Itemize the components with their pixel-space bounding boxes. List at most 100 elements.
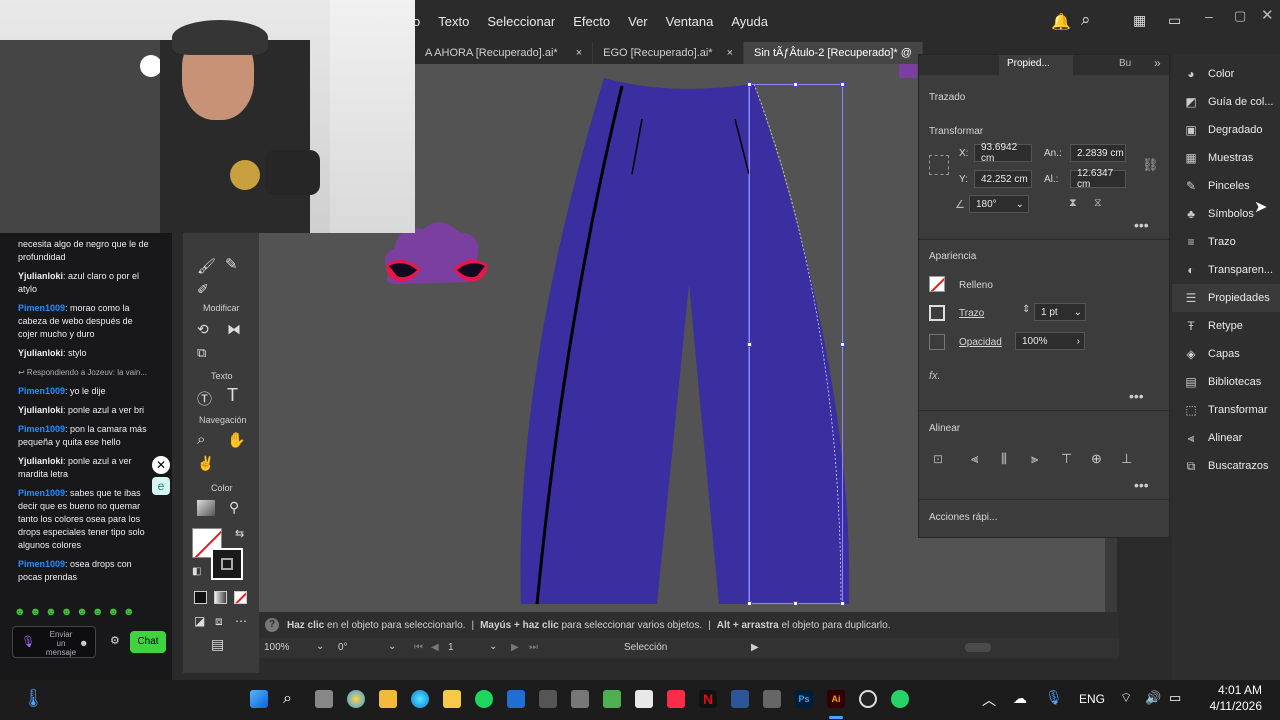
gradient-tool-icon[interactable] <box>197 500 215 516</box>
edit-toolbar-icon[interactable]: ⋯ <box>235 614 247 628</box>
dock-item-propiedades[interactable]: ☰ Propiedades <box>1172 284 1280 312</box>
align-to-icon[interactable]: ⊡ <box>933 452 943 466</box>
chat-username[interactable]: Pimen1009 <box>18 386 65 396</box>
thermometer-widget-icon[interactable]: 🌡 <box>22 688 45 709</box>
gradient-mode-icon[interactable] <box>214 591 227 604</box>
dock-item-trazo[interactable]: ≡ Trazo <box>1172 228 1280 256</box>
opacity-icon[interactable] <box>929 334 945 350</box>
app-icon[interactable] <box>539 690 557 708</box>
default-colors-icon[interactable]: ◧ <box>192 566 201 577</box>
selection-handle[interactable] <box>840 601 845 606</box>
flip-vertical-icon[interactable]: ⧖ <box>1094 197 1102 210</box>
dock-item-capas[interactable]: ◈ Capas <box>1172 340 1280 368</box>
tab-document-2[interactable]: EGO [Recuperado].ai* × <box>593 42 745 64</box>
volume-icon[interactable]: 🔊 <box>1145 690 1161 706</box>
windows-start-icon[interactable] <box>250 690 268 708</box>
stroke-link[interactable]: Trazo <box>959 308 984 319</box>
dock-item-alinear[interactable]: ⫷ Alinear <box>1172 424 1280 452</box>
align-top-icon[interactable]: ⊤ <box>1061 451 1072 467</box>
clock-time[interactable]: 4:01 AM <box>1208 683 1262 697</box>
workspace-icon[interactable]: ▦ <box>1133 12 1146 29</box>
chat-username[interactable]: Yjulianloki <box>18 405 63 415</box>
photoshop-icon[interactable]: Ps <box>795 690 813 708</box>
battery-icon[interactable]: ▭ <box>1169 690 1181 706</box>
menu-ventana[interactable]: Ventana <box>666 14 714 29</box>
panel-expand-icon[interactable]: » <box>1154 56 1161 70</box>
eyedropper-tool-icon[interactable]: ⚲ <box>229 499 239 516</box>
tab-close-icon[interactable]: × <box>727 47 733 59</box>
app-icon[interactable] <box>763 690 781 708</box>
extension-icon[interactable]: e <box>152 477 170 495</box>
chat-username[interactable]: Pimen1009 <box>18 424 65 434</box>
align-left-icon[interactable]: ⫷ <box>971 451 978 467</box>
constrain-proportions-icon[interactable]: ⛓ <box>1142 157 1159 173</box>
last-artboard-icon[interactable]: ⏭ <box>529 642 538 653</box>
height-field[interactable]: 12.6347 cm <box>1070 168 1126 190</box>
dock-item-buscatrazos[interactable]: ⧉ Buscatrazos <box>1172 452 1280 480</box>
chat-username[interactable]: Pimen1009 <box>18 303 65 313</box>
artboard-number[interactable]: 1 <box>448 642 454 653</box>
type-path-tool-icon[interactable]: Ⓣ <box>197 388 212 409</box>
dock-item-bibliotecas[interactable]: ▤ Bibliotecas <box>1172 368 1280 396</box>
chat-username[interactable]: Pimen1009 <box>18 488 65 498</box>
selection-handle[interactable] <box>747 601 752 606</box>
more-options-icon[interactable]: ••• <box>1134 217 1149 233</box>
chat-send-button[interactable]: Chat <box>130 631 166 653</box>
shape-builder-icon[interactable]: ⧉ <box>197 345 206 361</box>
dock-item-muestras[interactable]: ▦ Muestras <box>1172 144 1280 172</box>
mic-icon[interactable]: 🎙 <box>21 636 35 649</box>
chat-username[interactable]: Yjulianloki <box>18 456 63 466</box>
selection-handle[interactable] <box>840 342 845 347</box>
stroke-color-swatch[interactable] <box>211 548 243 580</box>
menu-efecto[interactable]: Efecto <box>573 14 610 29</box>
quick-actions-label[interactable]: Acciones rápi... <box>929 512 997 523</box>
previous-artboard-icon[interactable]: ◀ <box>431 642 439 653</box>
artboard-tool-icon[interactable]: ▤ <box>211 636 224 653</box>
status-menu-icon[interactable]: ▶ <box>751 642 759 653</box>
settings-gear-icon[interactable]: ⚙ <box>110 635 120 648</box>
chat-username[interactable]: Yjulianloki <box>18 271 63 281</box>
horizontal-scrollbar[interactable] <box>770 640 1100 654</box>
type-tool-icon[interactable]: T <box>227 385 238 406</box>
selection-handle[interactable] <box>840 82 845 87</box>
copilot-icon[interactable] <box>347 690 365 708</box>
first-artboard-icon[interactable]: ⏮ <box>414 642 423 653</box>
file-explorer-icon[interactable] <box>443 690 461 708</box>
more-options-icon[interactable]: ••• <box>1134 477 1149 493</box>
edge-icon[interactable] <box>411 690 429 708</box>
chevron-down-icon[interactable]: ⌄ <box>316 641 324 652</box>
rotate-tool-icon[interactable]: ⟲ <box>197 321 209 338</box>
rotation-level[interactable]: 0° <box>338 642 348 653</box>
chevron-down-icon[interactable]: ⌄ <box>489 641 497 652</box>
reference-point-icon[interactable] <box>929 155 949 175</box>
align-center-icon[interactable]: ⫼ <box>1001 451 1007 467</box>
swap-colors-icon[interactable]: ⇆ <box>235 527 244 540</box>
selection-handle[interactable] <box>793 82 798 87</box>
zoom-tool-icon[interactable]: ⌕ <box>197 431 205 448</box>
dock-item-retype[interactable]: Ŧ Retype <box>1172 312 1280 340</box>
menu-texto[interactable]: Texto <box>438 14 469 29</box>
selection-bounding-box[interactable] <box>749 84 843 604</box>
tab-bu[interactable]: Bu <box>1119 58 1131 69</box>
dock-item-color[interactable]: ◕ Color <box>1172 60 1280 88</box>
maximize-icon[interactable]: ▢ <box>1234 8 1246 24</box>
opacity-field[interactable]: 100% › <box>1015 332 1085 350</box>
align-right-icon[interactable]: ⫸ <box>1031 451 1038 467</box>
width-field[interactable]: 2.2839 cm <box>1070 144 1126 162</box>
obs-icon[interactable] <box>859 690 877 708</box>
chat-username[interactable]: Pimen1009 <box>18 559 65 569</box>
store-icon[interactable] <box>379 690 397 708</box>
chat-username[interactable]: Yjulianloki <box>18 348 63 358</box>
selection-handle[interactable] <box>793 601 798 606</box>
help-icon[interactable]: ? <box>265 618 279 632</box>
rotate-view-icon[interactable]: ✌ <box>197 455 214 472</box>
chevron-down-icon[interactable]: ⌄ <box>388 641 396 652</box>
illustrator-icon[interactable]: Ai <box>827 690 845 708</box>
spotify-icon[interactable] <box>475 690 493 708</box>
wifi-icon[interactable]: ⌔ <box>1120 690 1132 706</box>
dock-item-gu-a-de-col[interactable]: ◩ Guía de col... <box>1172 88 1280 116</box>
horizontal-scroll-thumb[interactable] <box>965 643 991 652</box>
align-bottom-icon[interactable]: ⊥ <box>1121 451 1132 467</box>
dock-item-pinceles[interactable]: ✎ Pinceles <box>1172 172 1280 200</box>
emote-bar[interactable]: ☻☻☻☻☻☻☻☻ <box>14 606 139 619</box>
